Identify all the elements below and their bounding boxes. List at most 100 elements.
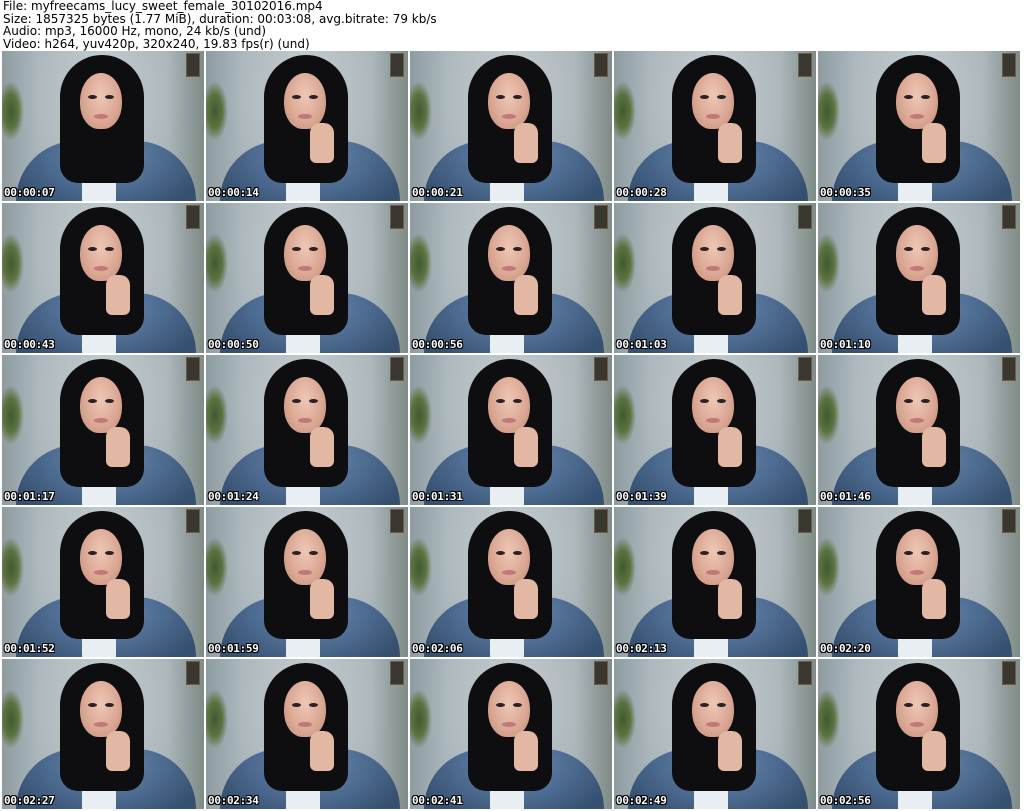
plant-decor — [2, 689, 24, 749]
thumbnail-frame: 00:00:14 — [206, 51, 408, 201]
timestamp-label: 00:01:03 — [616, 338, 667, 351]
wall-picture — [594, 205, 608, 229]
wall-picture — [594, 53, 608, 77]
thumbnail-frame: 00:02:13 — [614, 507, 816, 657]
wall-picture — [798, 357, 812, 381]
plant-decor — [818, 689, 840, 749]
wall-picture — [186, 357, 200, 381]
plant-decor — [206, 233, 228, 293]
thumbnail-frame: 00:02:41 — [410, 659, 612, 809]
timestamp-label: 00:01:10 — [820, 338, 871, 351]
plant-decor — [2, 537, 24, 597]
plant-decor — [614, 689, 636, 749]
wall-picture — [390, 53, 404, 77]
wall-picture — [186, 509, 200, 533]
timestamp-label: 00:00:07 — [4, 186, 55, 199]
plant-decor — [818, 81, 840, 141]
thumbnail-frame: 00:01:03 — [614, 203, 816, 353]
thumbnail-frame: 00:02:34 — [206, 659, 408, 809]
thumbnail-frame: 00:01:10 — [818, 203, 1020, 353]
wall-picture — [1002, 205, 1016, 229]
timestamp-label: 00:02:56 — [820, 794, 871, 807]
plant-decor — [410, 689, 432, 749]
timestamp-label: 00:01:52 — [4, 642, 55, 655]
wall-picture — [186, 205, 200, 229]
plant-decor — [2, 81, 24, 141]
timestamp-label: 00:02:13 — [616, 642, 667, 655]
thumbnail-frame: 00:00:35 — [818, 51, 1020, 201]
thumbnail-grid: 00:00:07 00:00:14 00:00:21 00:00:28 00:0… — [2, 51, 1022, 811]
timestamp-label: 00:00:56 — [412, 338, 463, 351]
timestamp-label: 00:02:49 — [616, 794, 667, 807]
timestamp-label: 00:01:31 — [412, 490, 463, 503]
thumbnail-frame: 00:01:52 — [2, 507, 204, 657]
wall-picture — [390, 661, 404, 685]
wall-picture — [1002, 357, 1016, 381]
timestamp-label: 00:01:17 — [4, 490, 55, 503]
timestamp-label: 00:00:21 — [412, 186, 463, 199]
timestamp-label: 00:02:41 — [412, 794, 463, 807]
wall-picture — [390, 509, 404, 533]
wall-picture — [186, 661, 200, 685]
wall-picture — [1002, 53, 1016, 77]
timestamp-label: 00:02:27 — [4, 794, 55, 807]
video-info-line: Video: h264, yuv420p, 320x240, 19.83 fps… — [3, 36, 310, 51]
plant-decor — [410, 233, 432, 293]
thumbnail-frame: 00:01:46 — [818, 355, 1020, 505]
wall-picture — [390, 357, 404, 381]
thumbnail-frame: 00:02:56 — [818, 659, 1020, 809]
timestamp-label: 00:00:14 — [208, 186, 259, 199]
plant-decor — [410, 537, 432, 597]
thumbnail-frame: 00:00:28 — [614, 51, 816, 201]
wall-picture — [594, 509, 608, 533]
thumbnail-frame: 00:00:50 — [206, 203, 408, 353]
plant-decor — [818, 233, 840, 293]
plant-decor — [2, 385, 24, 445]
timestamp-label: 00:01:39 — [616, 490, 667, 503]
timestamp-label: 00:00:28 — [616, 186, 667, 199]
wall-picture — [798, 205, 812, 229]
wall-picture — [798, 661, 812, 685]
audio-info-line: Audio: mp3, 16000 Hz, mono, 24 kb/s (und… — [3, 24, 267, 38]
plant-decor — [206, 537, 228, 597]
file-name-line: File: myfreecams_lucy_sweet_female_30102… — [3, 0, 323, 13]
plant-decor — [614, 233, 636, 293]
thumbnail-frame: 00:01:31 — [410, 355, 612, 505]
wall-picture — [594, 661, 608, 685]
plant-decor — [206, 81, 228, 141]
plant-decor — [818, 537, 840, 597]
timestamp-label: 00:00:35 — [820, 186, 871, 199]
thumbnail-frame: 00:02:20 — [818, 507, 1020, 657]
thumbnail-frame: 00:00:21 — [410, 51, 612, 201]
timestamp-label: 00:02:20 — [820, 642, 871, 655]
thumbnail-frame: 00:01:24 — [206, 355, 408, 505]
timestamp-label: 00:00:50 — [208, 338, 259, 351]
thumbnail-frame: 00:02:06 — [410, 507, 612, 657]
plant-decor — [614, 537, 636, 597]
wall-picture — [798, 509, 812, 533]
wall-picture — [1002, 509, 1016, 533]
timestamp-label: 00:02:06 — [412, 642, 463, 655]
wall-picture — [186, 53, 200, 77]
plant-decor — [614, 385, 636, 445]
plant-decor — [206, 385, 228, 445]
wall-picture — [594, 357, 608, 381]
timestamp-label: 00:00:43 — [4, 338, 55, 351]
thumbnail-frame: 00:00:56 — [410, 203, 612, 353]
thumbnail-frame: 00:02:49 — [614, 659, 816, 809]
timestamp-label: 00:01:59 — [208, 642, 259, 655]
thumbnail-frame: 00:01:59 — [206, 507, 408, 657]
thumbnail-frame: 00:00:43 — [2, 203, 204, 353]
plant-decor — [206, 689, 228, 749]
thumbnail-frame: 00:00:07 — [2, 51, 204, 201]
plant-decor — [410, 385, 432, 445]
timestamp-label: 00:02:34 — [208, 794, 259, 807]
plant-decor — [818, 385, 840, 445]
thumbnail-frame: 00:01:39 — [614, 355, 816, 505]
file-info-header: File: myfreecams_lucy_sweet_female_30102… — [0, 0, 1024, 50]
plant-decor — [614, 81, 636, 141]
wall-picture — [1002, 661, 1016, 685]
wall-picture — [390, 205, 404, 229]
plant-decor — [410, 81, 432, 141]
thumbnail-frame: 00:01:17 — [2, 355, 204, 505]
